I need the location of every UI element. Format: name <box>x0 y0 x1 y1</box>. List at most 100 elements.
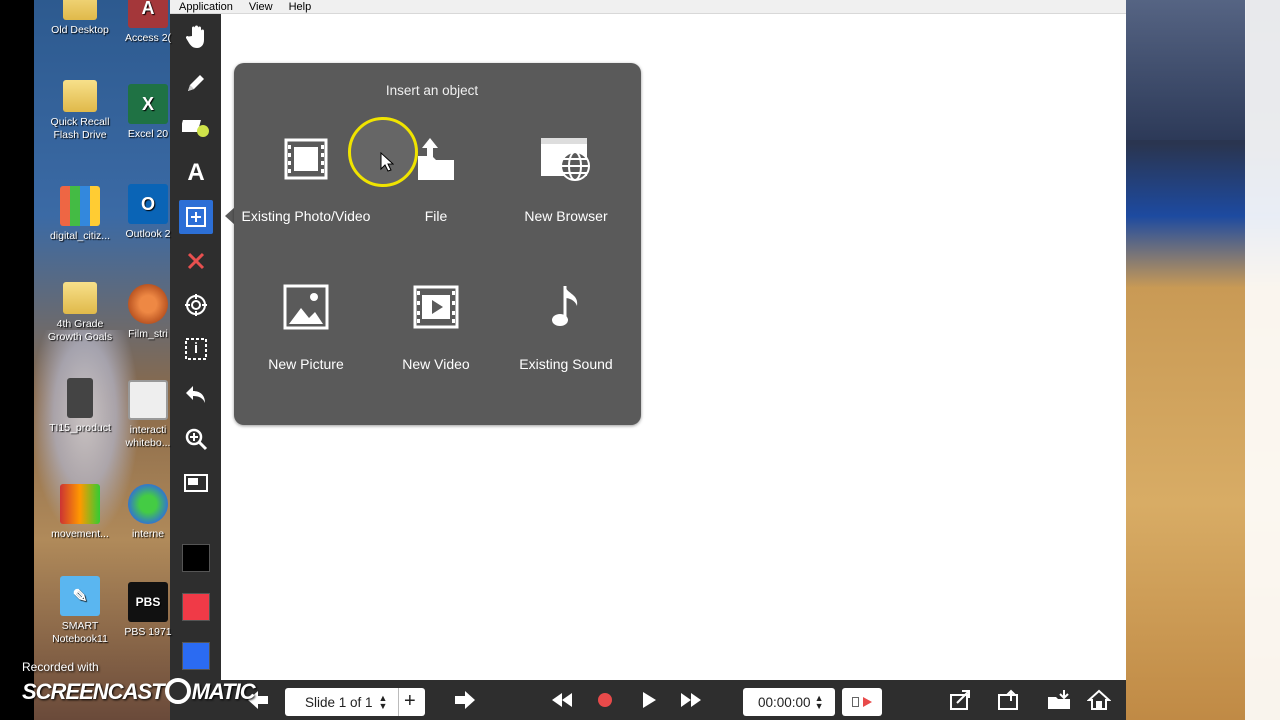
screencast-brand-suffix: MATIC <box>191 679 256 704</box>
folder-icon <box>63 282 97 314</box>
desktop-icon-label: Outlook 2 <box>125 228 171 240</box>
pbs-icon: PBS <box>128 582 168 622</box>
hand-tool[interactable] <box>179 20 213 54</box>
screencast-o-icon <box>164 678 191 704</box>
slide-spinner-icon[interactable]: ▲ ▼ <box>379 694 388 711</box>
zoom-tool[interactable] <box>179 422 213 456</box>
desktop-icon-label: TI15_product <box>49 422 111 434</box>
color-swatch-black[interactable] <box>182 544 210 572</box>
desktop-icon-quick-recall[interactable]: Quick Recall Flash Drive <box>44 80 116 142</box>
speed-arrow-icon <box>862 697 872 707</box>
delete-icon <box>187 252 205 270</box>
import-button[interactable] <box>1046 688 1072 712</box>
zoom-icon <box>185 428 208 451</box>
desktop-icon-outlook[interactable]: O Outlook 2 <box>112 184 175 241</box>
export-icon <box>950 690 970 710</box>
browser-globe-icon <box>501 135 631 183</box>
playback-speed-button[interactable] <box>842 688 882 716</box>
text-icon: A <box>187 159 205 186</box>
menu-help[interactable]: Help <box>289 1 312 13</box>
screencast-logo: SCREENCAST MATIC <box>22 678 256 705</box>
folder-icon <box>63 0 97 20</box>
menu-view[interactable]: View <box>249 1 273 13</box>
desktop-icon-digital-citizenship[interactable]: digital_citiz... <box>44 186 116 243</box>
target-tool[interactable] <box>179 288 213 322</box>
desktop-icon-access[interactable]: A Access 2( <box>112 0 175 45</box>
popup-item-label: File <box>424 208 448 224</box>
pen-tool[interactable] <box>179 66 213 100</box>
insert-new-video[interactable]: New Video <box>371 283 501 373</box>
popup-item-label: Existing Sound <box>519 356 613 372</box>
left-toolbar: A <box>170 14 221 680</box>
eraser-tool[interactable] <box>179 110 213 144</box>
desktop-icon-label: Access 2( <box>124 32 172 44</box>
desktop-icon-film-strip[interactable]: Film_stri <box>112 284 175 341</box>
movement-icon <box>60 484 100 524</box>
desktop-icon-label: Film_stri <box>128 328 168 340</box>
record-button[interactable] <box>592 688 618 712</box>
desktop-icon-label: movement... <box>51 528 109 540</box>
insert-object-popup: Insert an object Existing Photo/Video Fi… <box>234 63 641 425</box>
slide-selector[interactable]: Slide 1 of 1 ▲ ▼ + <box>285 688 425 716</box>
desktop-icon-label: SMART Notebook11 <box>52 620 108 645</box>
hand-icon <box>185 25 204 48</box>
insert-new-picture[interactable]: New Picture <box>241 283 371 373</box>
delete-tool[interactable] <box>179 244 213 278</box>
select-tool[interactable] <box>179 332 213 366</box>
desktop-icon-pbs[interactable]: PBS PBS 1971 <box>112 582 175 639</box>
home-button[interactable] <box>1086 688 1112 712</box>
select-icon <box>185 338 207 360</box>
bottom-bar: Slide 1 of 1 ▲ ▼ + 00:00:00 ▲ ▼ <box>170 680 1126 720</box>
undo-icon <box>186 386 205 403</box>
mouse-pointer-icon <box>380 151 395 177</box>
desktop-icon-whiteboard[interactable]: interacti whitebo... <box>112 380 175 450</box>
rewind-icon <box>552 693 572 707</box>
access-icon: A <box>128 0 168 28</box>
share-button[interactable] <box>996 688 1022 712</box>
add-slide-icon[interactable]: + <box>404 690 416 713</box>
desktop-icon-movement[interactable]: movement... <box>44 484 116 541</box>
play-button[interactable] <box>636 688 662 712</box>
text-tool[interactable]: A <box>179 156 213 190</box>
desktop-icon-label: Excel 20 <box>127 128 169 140</box>
target-icon <box>185 294 207 316</box>
desktop-icon-old-desktop[interactable]: Old Desktop <box>44 0 116 37</box>
rewind-button[interactable] <box>549 688 575 712</box>
desktop-left: Old Desktop A Access 2( Quick Recall Fla… <box>0 0 175 720</box>
desktop-icon-label: interne <box>131 528 165 540</box>
desktop-icon-label: interacti whitebo... <box>125 424 171 449</box>
home-icon <box>1087 689 1111 710</box>
speed-slider-icon <box>851 697 859 707</box>
screen-tool[interactable] <box>179 466 213 500</box>
desktop-right-edge <box>1245 0 1280 720</box>
fast-forward-button[interactable] <box>678 688 704 712</box>
time-field[interactable]: 00:00:00 ▲ ▼ <box>743 688 835 716</box>
arrow-right-icon <box>455 691 475 709</box>
insert-existing-sound[interactable]: Existing Sound <box>501 283 631 373</box>
undo-tool[interactable] <box>179 378 213 412</box>
color-swatch-red[interactable] <box>182 593 210 621</box>
menu-application[interactable]: Application <box>179 1 233 13</box>
desktop-icon-internet[interactable]: interne <box>112 484 175 541</box>
insert-icon <box>186 207 206 227</box>
desktop-icon-label: 4th Grade Growth Goals <box>47 318 113 343</box>
desktop-icon-ti15[interactable]: TI15_product <box>44 378 116 435</box>
whiteboard-icon <box>128 380 168 420</box>
pen-icon <box>188 75 204 91</box>
slide-label: Slide 1 of 1 <box>305 694 373 710</box>
desktop-icon-growth-goals[interactable]: 4th Grade Growth Goals <box>44 282 116 344</box>
desktop-edge <box>0 0 34 720</box>
record-icon <box>598 693 612 707</box>
popup-item-label: Existing Photo/Video <box>241 208 371 224</box>
desktop-icon-excel[interactable]: X Excel 20 <box>112 84 175 141</box>
insert-tool[interactable] <box>179 200 213 234</box>
export-button[interactable] <box>948 688 974 712</box>
insert-new-browser[interactable]: New Browser <box>501 135 631 225</box>
desktop-icon-smart-notebook[interactable]: ✎ SMART Notebook11 <box>44 576 116 646</box>
time-spinner-icon[interactable]: ▲ ▼ <box>815 694 824 711</box>
share-icon <box>998 689 1018 710</box>
menu-bar: Application View Help <box>170 0 1126 14</box>
fast-forward-icon <box>681 693 701 707</box>
next-slide-button[interactable] <box>452 688 478 712</box>
popup-title: Insert an object <box>385 83 479 98</box>
